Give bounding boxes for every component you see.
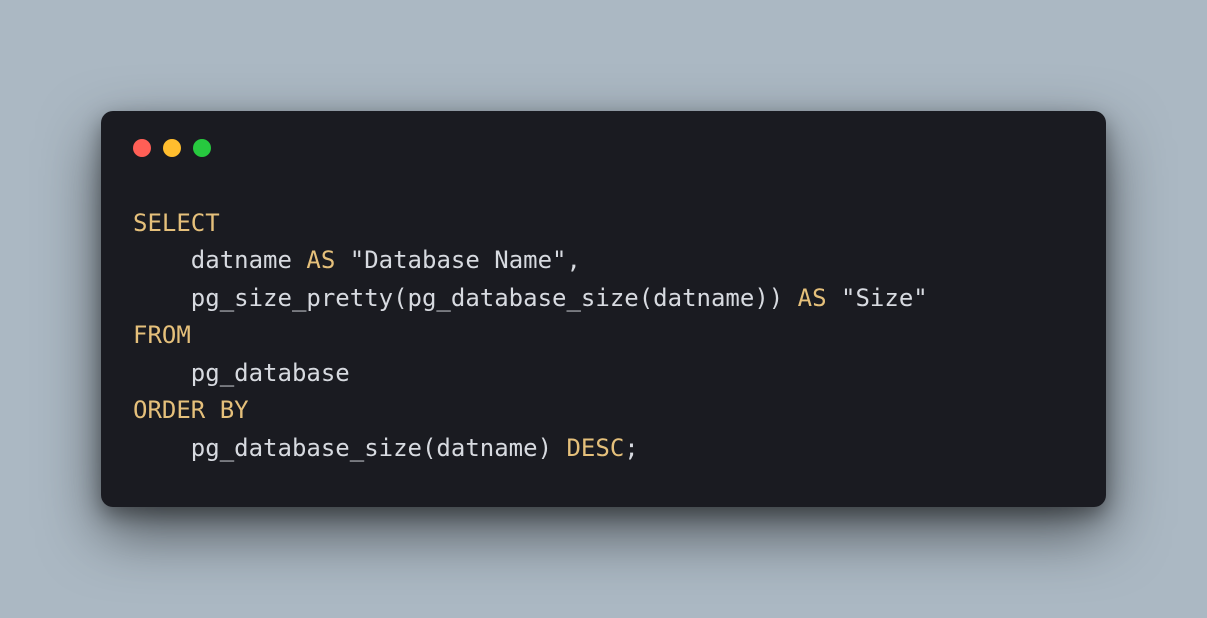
keyword-select: SELECT bbox=[133, 209, 220, 237]
code-window: SELECT datname AS "Database Name", pg_si… bbox=[101, 111, 1106, 507]
alias-size: "Size" bbox=[827, 284, 928, 312]
window-titlebar bbox=[133, 139, 1074, 157]
zoom-icon[interactable] bbox=[193, 139, 211, 157]
column-datname: datname bbox=[191, 246, 307, 274]
comma: , bbox=[566, 246, 580, 274]
minimize-icon[interactable] bbox=[163, 139, 181, 157]
code-block: SELECT datname AS "Database Name", pg_si… bbox=[133, 205, 1074, 467]
close-icon[interactable] bbox=[133, 139, 151, 157]
indent bbox=[133, 359, 191, 387]
semicolon: ; bbox=[624, 434, 638, 462]
table-pg-database: pg_database bbox=[191, 359, 350, 387]
indent bbox=[133, 246, 191, 274]
indent bbox=[133, 284, 191, 312]
keyword-order-by: ORDER BY bbox=[133, 396, 249, 424]
keyword-as: AS bbox=[798, 284, 827, 312]
func-size-pretty: pg_size_pretty(pg_database_size(datname)… bbox=[191, 284, 798, 312]
indent bbox=[133, 434, 191, 462]
alias-dbname: "Database Name" bbox=[335, 246, 566, 274]
keyword-from: FROM bbox=[133, 321, 191, 349]
keyword-as: AS bbox=[306, 246, 335, 274]
keyword-desc: DESC bbox=[566, 434, 624, 462]
func-db-size: pg_database_size(datname) bbox=[191, 434, 567, 462]
